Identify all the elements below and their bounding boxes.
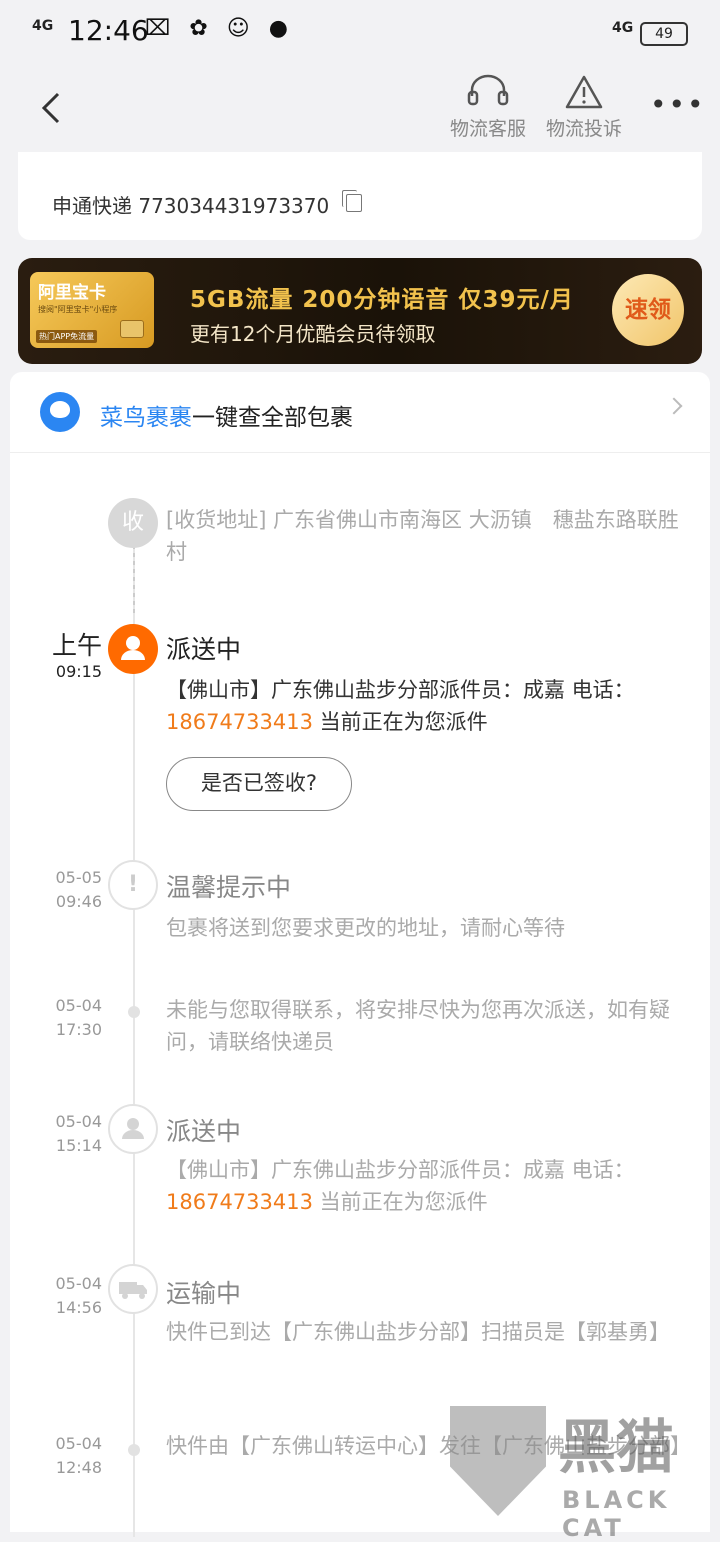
notification-icons: ⌧ ✿ ☺ ● bbox=[145, 16, 294, 41]
event-date: 05-04 bbox=[55, 1434, 103, 1453]
signal-indicator: 4G bbox=[32, 18, 54, 34]
event-detail: 【佛山市】广东佛山盐步分部派件员：成嘉 电话： 18674733413 当前正在为… bbox=[166, 1154, 686, 1218]
event-time: 05-04 14:56 bbox=[20, 1272, 103, 1320]
event-time: 05-04 17:30 bbox=[20, 994, 103, 1042]
logistics-panel: 菜鸟裹裹一键查全部包裹 收 [收货地址] 广东省佛山市南海区 大沥镇 穗盐东路联… bbox=[10, 372, 710, 1537]
truck-icon bbox=[108, 1264, 158, 1314]
logistics-complaint-button[interactable]: 物流投诉 bbox=[534, 74, 634, 141]
event-time: 05-04 15:14 bbox=[20, 1110, 103, 1158]
event-time: 05-04 12:48 bbox=[20, 1432, 103, 1480]
timeline-dashed-line bbox=[133, 537, 135, 617]
timeline-line bbox=[133, 537, 135, 1537]
cainiao-text: 一键查全部包裹 bbox=[192, 405, 353, 431]
back-button[interactable] bbox=[38, 88, 66, 128]
battery-icon: 49 bbox=[640, 22, 688, 46]
event-time: 上午 09:15 bbox=[10, 630, 102, 681]
event-clock: 09:46 bbox=[55, 892, 102, 911]
event-title: 运输中 bbox=[166, 1279, 242, 1308]
watermark-logo: 黑猫 BLACK CAT bbox=[450, 1400, 720, 1542]
exclamation-icon: ! bbox=[108, 860, 158, 910]
event-date: 05-04 bbox=[55, 1112, 103, 1131]
event-detail-text-tail: 当前正在为您派件 bbox=[312, 1190, 488, 1214]
person-icon bbox=[108, 1104, 158, 1154]
card-subtitle: 搜阅"阿里宝卡"小程序 bbox=[38, 305, 118, 314]
event-clock: 17:30 bbox=[55, 1020, 102, 1039]
sim-card-image: 阿里宝卡 搜阅"阿里宝卡"小程序 热门APP免流量 bbox=[30, 272, 154, 348]
event-clock: 15:14 bbox=[55, 1136, 102, 1155]
event-clock: 14:56 bbox=[55, 1298, 102, 1317]
event-date: 05-04 bbox=[55, 996, 103, 1015]
tracking-number: 申通快递 773034431973370 bbox=[52, 194, 330, 218]
event-title: 温馨提示中 bbox=[166, 873, 292, 902]
courier-person-icon bbox=[108, 624, 158, 674]
copy-icon[interactable] bbox=[342, 190, 362, 212]
courier-phone-link[interactable]: 18674733413 bbox=[166, 710, 313, 734]
event-period: 上午 bbox=[51, 631, 102, 660]
more-menu-icon[interactable]: ••• bbox=[650, 88, 706, 121]
courier-phone-link[interactable]: 18674733413 bbox=[166, 1190, 313, 1214]
sim-chip-icon bbox=[120, 320, 144, 338]
watermark-cn: 黑猫 bbox=[558, 1413, 675, 1481]
event-clock: 09:15 bbox=[55, 662, 102, 681]
event-detail: 【佛山市】广东佛山盐步分部派件员：成嘉 电话： 18674733413 当前正在为… bbox=[166, 674, 686, 738]
status-bar: 4G 12:46 ⌧ ✿ ☺ ● 4G 49 bbox=[0, 0, 720, 64]
timeline-dot bbox=[128, 1006, 140, 1018]
event-date: 05-04 bbox=[55, 1274, 103, 1293]
timeline-dot bbox=[128, 1444, 140, 1456]
event-clock: 12:48 bbox=[55, 1458, 102, 1477]
network-indicator: 4G bbox=[612, 20, 634, 36]
cainiao-logo-icon bbox=[40, 392, 80, 432]
tracking-card: 申通快递 773034431973370 bbox=[18, 152, 702, 240]
clock: 12:46 bbox=[68, 14, 149, 47]
warning-icon bbox=[565, 75, 603, 109]
event-title: 派送中 bbox=[166, 635, 242, 664]
headset-icon bbox=[467, 74, 509, 106]
event-detail: 包裹将送到您要求更改的地址，请耐心等待 bbox=[166, 916, 565, 940]
delivery-address: [收货地址] 广东省佛山市南海区 大沥镇 穗盐东路联胜村 bbox=[166, 508, 679, 564]
event-detail-text-tail: 当前正在为您派件 bbox=[312, 710, 488, 734]
promo-banner[interactable]: 阿里宝卡 搜阅"阿里宝卡"小程序 热门APP免流量 5GB流量 200分钟语音 … bbox=[18, 258, 702, 364]
cainiao-brand: 菜鸟裹裹 bbox=[100, 405, 192, 431]
event-detail-text: 【佛山市】广东佛山盐步分部派件员：成嘉 电话： bbox=[166, 678, 635, 702]
cainiao-link[interactable]: 菜鸟裹裹一键查全部包裹 bbox=[10, 372, 710, 453]
card-title: 阿里宝卡 bbox=[38, 283, 106, 303]
logistics-service-button[interactable]: 物流客服 bbox=[438, 74, 538, 141]
promo-headline: 5GB流量 200分钟语音 仅39元/月 bbox=[190, 287, 574, 313]
promo-subline: 更有12个月优酷会员待领取 bbox=[190, 322, 436, 346]
cainiao-title: 菜鸟裹裹一键查全部包裹 bbox=[100, 398, 353, 432]
address-icon: 收 bbox=[108, 498, 158, 548]
logistics-complaint-label: 物流投诉 bbox=[545, 118, 622, 140]
event-title: 派送中 bbox=[166, 1117, 242, 1146]
cat-shield-icon bbox=[450, 1406, 546, 1516]
event-date: 05-05 bbox=[55, 868, 103, 887]
event-time: 05-05 09:46 bbox=[20, 866, 103, 914]
claim-button[interactable]: 速领 bbox=[612, 274, 684, 346]
watermark-en: BLACK CAT bbox=[562, 1486, 671, 1542]
confirm-signed-button[interactable]: 是否已签收? bbox=[166, 757, 352, 811]
event-detail-text: 【佛山市】广东佛山盐步分部派件员：成嘉 电话： bbox=[166, 1158, 635, 1182]
card-tag: 热门APP免流量 bbox=[36, 330, 98, 343]
chevron-right-icon bbox=[665, 397, 683, 415]
event-detail: 未能与您取得联系，将安排尽快为您再次派送，如有疑问，请联络快递员 bbox=[166, 998, 670, 1054]
back-arrow-icon bbox=[41, 92, 60, 124]
event-detail: 快件已到达【广东佛山盐步分部】扫描员是【郭基勇】 bbox=[166, 1320, 670, 1344]
logistics-service-label: 物流客服 bbox=[449, 118, 526, 140]
